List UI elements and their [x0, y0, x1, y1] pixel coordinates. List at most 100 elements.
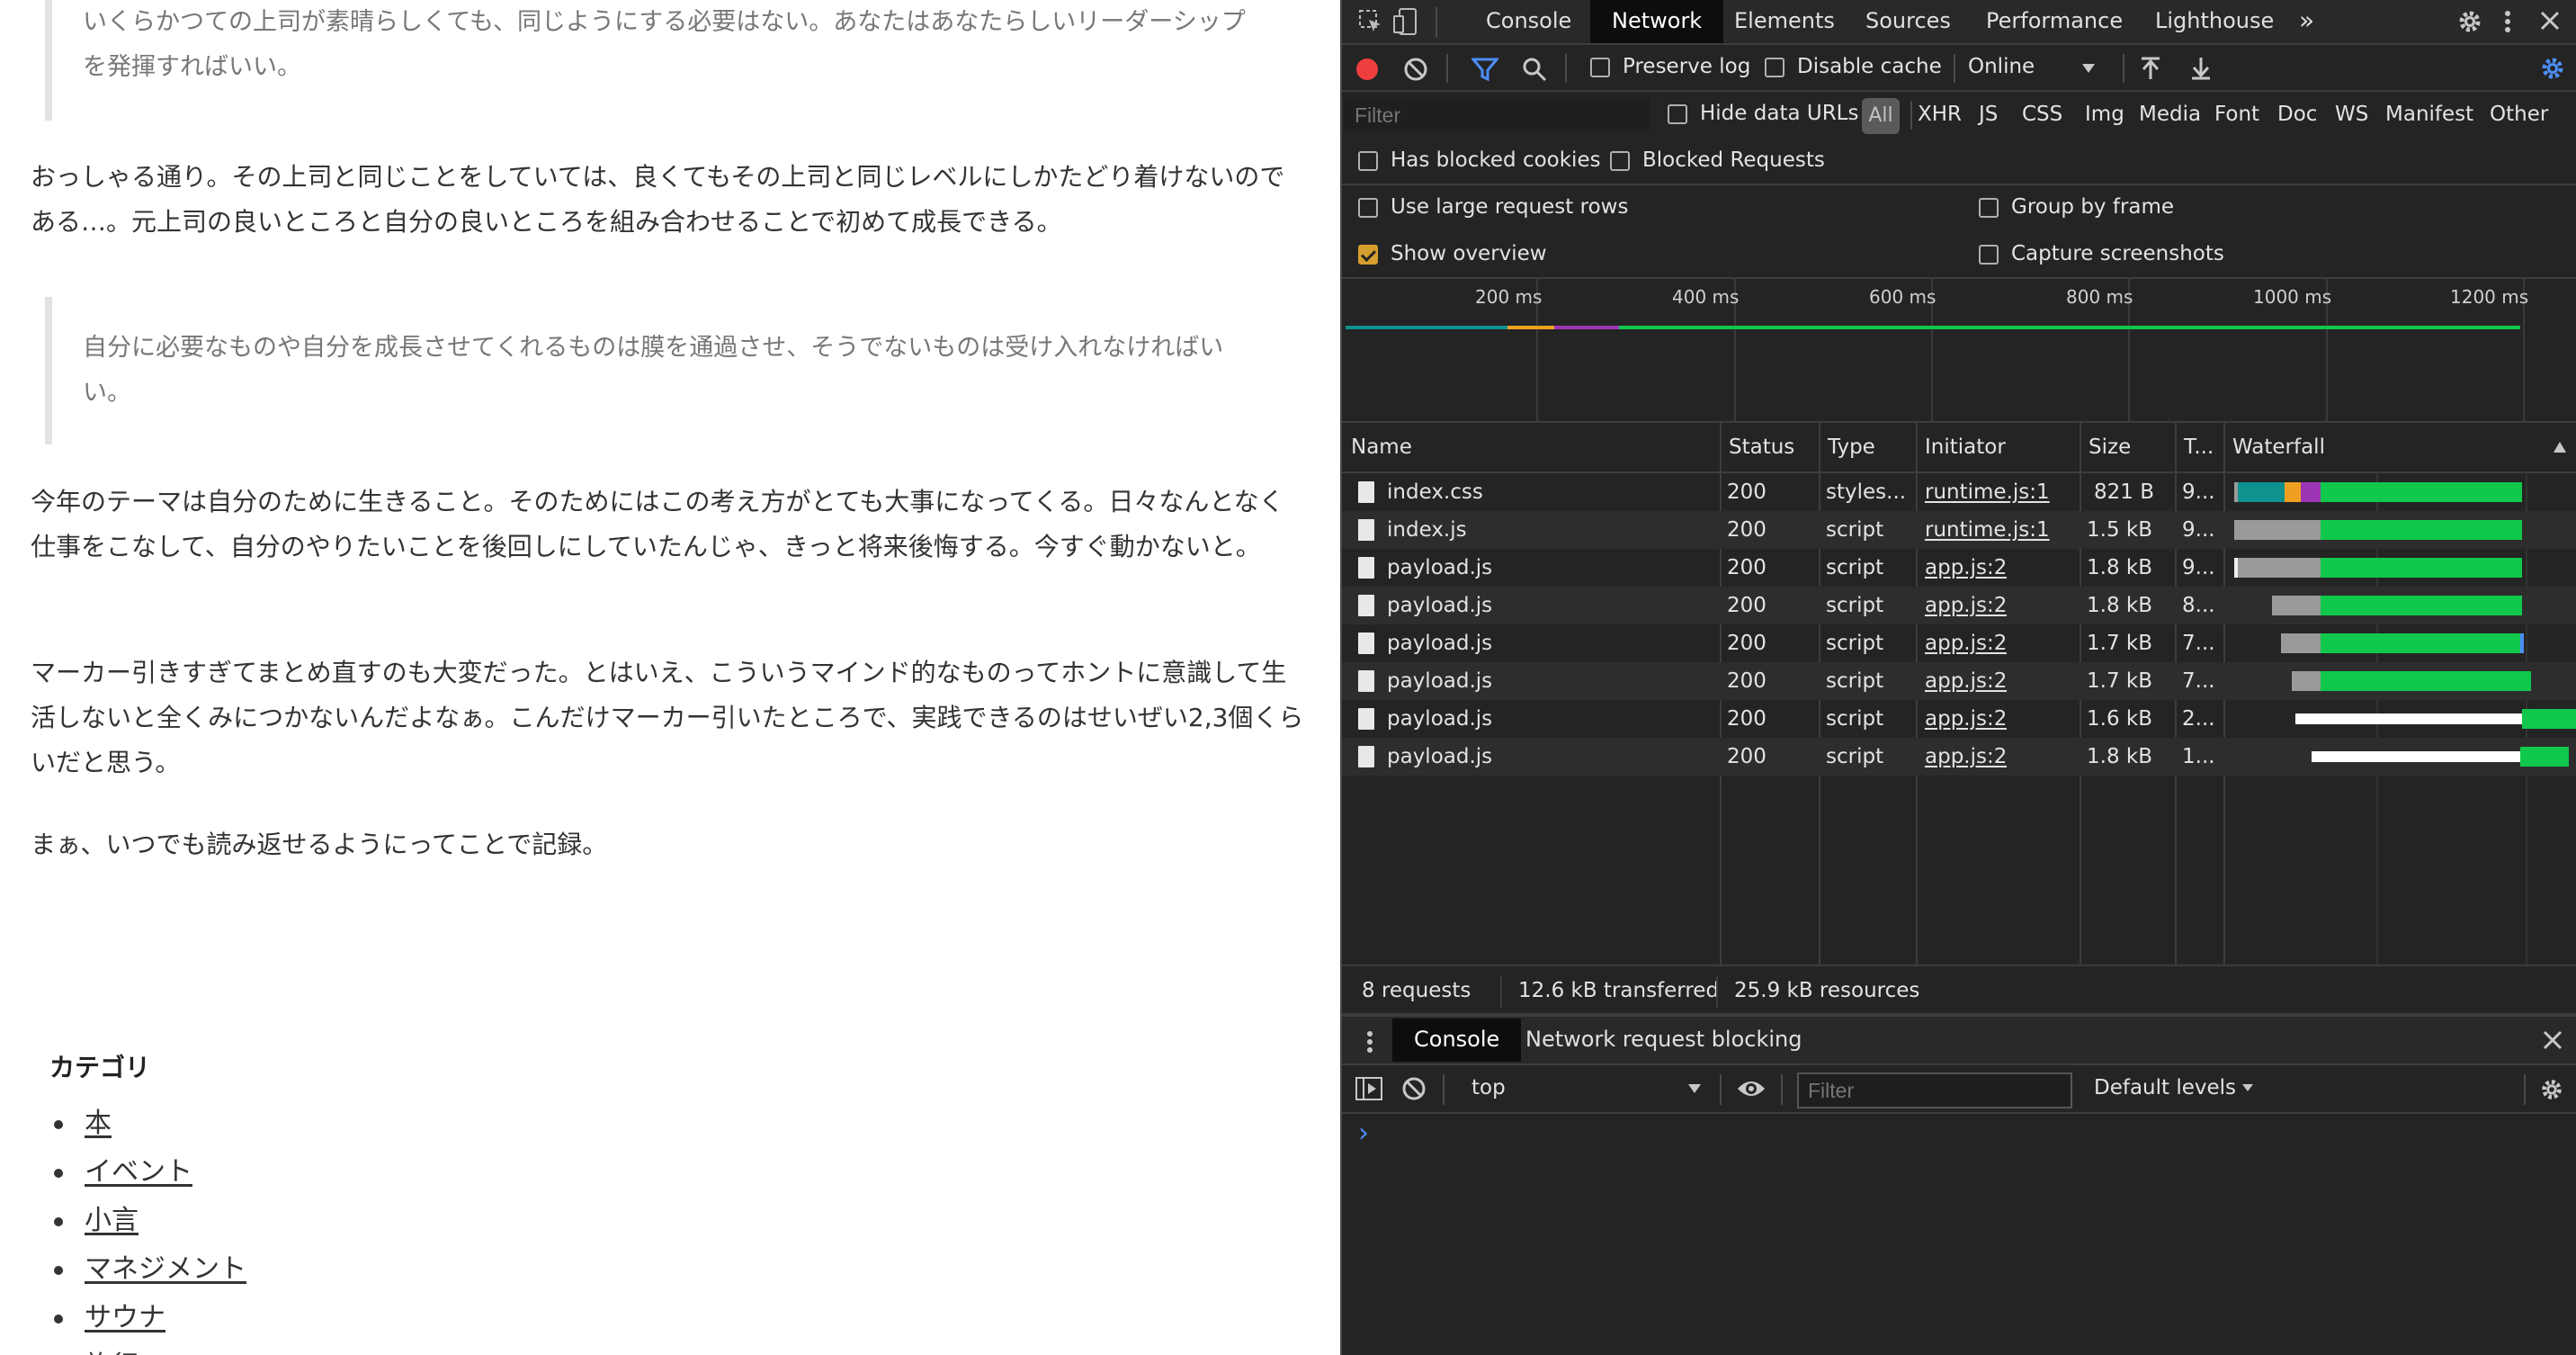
filter-type-manifest[interactable]: Manifest [2385, 103, 2473, 126]
show-overview-checkbox[interactable] [1358, 245, 1378, 265]
request-initiator[interactable]: runtime.js:1 [1925, 518, 2050, 542]
table-row[interactable]: payload.js 200 script app.js:2 1.8 kB 1.… [1342, 738, 2576, 776]
sidebar-toggle-icon[interactable] [1355, 1076, 1383, 1101]
column-header-name[interactable]: Name [1351, 435, 1412, 459]
overview-tick-label: 1000 ms [2253, 286, 2332, 308]
tab-elements[interactable]: Elements [1734, 0, 1835, 43]
filter-type-xhr[interactable]: XHR [1918, 103, 1962, 126]
filter-type-other[interactable]: Other [2490, 103, 2548, 126]
column-header-size[interactable]: Size [2089, 435, 2131, 459]
filter-type-ws[interactable]: WS [2335, 103, 2368, 126]
group-by-frame-checkbox[interactable] [1979, 198, 1999, 218]
filter-icon[interactable] [1471, 57, 1498, 82]
chevron-down-icon[interactable] [2081, 63, 2096, 74]
table-row[interactable]: payload.js 200 script app.js:2 1.8 kB 8.… [1342, 587, 2576, 624]
chevron-down-icon[interactable] [1687, 1083, 1702, 1094]
clear-icon[interactable] [1403, 57, 1428, 82]
waterfall-queue [2295, 713, 2522, 724]
waterfall-queue [2234, 520, 2321, 540]
kebab-menu-icon[interactable] [2502, 7, 2513, 36]
preserve-log-checkbox[interactable] [1590, 58, 1610, 77]
blocked-requests-checkbox[interactable] [1610, 151, 1630, 171]
divider [2524, 1074, 2526, 1105]
category-link[interactable]: 旅行 [85, 1351, 139, 1355]
table-row[interactable]: index.js 200 script runtime.js:1 1.5 kB … [1342, 511, 2576, 549]
request-status: 200 [1727, 707, 1767, 731]
tab-performance[interactable]: Performance [1986, 0, 2123, 43]
network-overview[interactable]: 200 ms 400 ms 600 ms 800 ms 1000 ms 1200… [1342, 277, 2576, 423]
context-selector[interactable]: top [1471, 1076, 1506, 1099]
request-initiator[interactable]: app.js:2 [1925, 745, 2007, 768]
console-settings-gear-icon[interactable] [2538, 1076, 2565, 1103]
more-tabs-icon[interactable]: » [2299, 0, 2314, 43]
request-type: script [1826, 707, 1884, 731]
search-icon[interactable] [1522, 57, 1547, 82]
eye-icon[interactable] [1736, 1078, 1767, 1099]
overview-tick-label: 400 ms [1672, 286, 1740, 308]
inspect-element-icon[interactable] [1358, 9, 1383, 34]
filter-type-css[interactable]: CSS [2022, 103, 2062, 126]
tab-lighthouse[interactable]: Lighthouse [2155, 0, 2274, 43]
column-header-status[interactable]: Status [1729, 435, 1794, 459]
log-levels-select[interactable]: Default levels [2094, 1076, 2236, 1099]
table-row[interactable]: payload.js 200 script app.js:2 1.7 kB 7.… [1342, 624, 2576, 662]
close-icon[interactable] [2538, 9, 2562, 32]
import-har-icon[interactable] [2139, 56, 2162, 81]
table-row[interactable]: index.css 200 styles... runtime.js:1 821… [1342, 473, 2576, 511]
clear-console-icon[interactable] [1401, 1076, 1427, 1101]
column-header-waterfall[interactable]: Waterfall [2232, 435, 2325, 459]
network-settings-gear-icon[interactable] [2538, 54, 2567, 83]
category-link[interactable]: 小言 [85, 1205, 139, 1236]
filter-type-doc[interactable]: Doc [2277, 103, 2317, 126]
request-initiator[interactable]: runtime.js:1 [1925, 480, 2050, 504]
tab-console[interactable]: Console [1486, 0, 1571, 43]
close-drawer-icon[interactable] [2542, 1029, 2563, 1051]
large-rows-checkbox[interactable] [1358, 198, 1378, 218]
filter-type-all[interactable]: All [1862, 98, 1900, 134]
devtools-tab-bar: Console Network Elements Sources Perform… [1342, 0, 2576, 45]
divider [1781, 1074, 1783, 1105]
category-link[interactable]: マネジメント [85, 1253, 246, 1285]
category-link[interactable]: イベント [85, 1156, 192, 1188]
hide-data-urls-checkbox[interactable] [1668, 104, 1687, 124]
request-time: 8... [2182, 594, 2215, 617]
column-header-type[interactable]: Type [1828, 435, 1875, 459]
console-output[interactable]: › [1342, 1114, 2576, 1355]
request-initiator[interactable]: app.js:2 [1925, 594, 2007, 617]
column-header-initiator[interactable]: Initiator [1925, 435, 2006, 459]
table-row[interactable]: payload.js 200 script app.js:2 1.8 kB 9.… [1342, 549, 2576, 587]
tab-sources[interactable]: Sources [1865, 0, 1951, 43]
filter-type-media[interactable]: Media [2139, 103, 2201, 126]
category-link[interactable]: 本 [85, 1108, 112, 1139]
chevron-down-icon[interactable] [2241, 1083, 2254, 1092]
request-initiator[interactable]: app.js:2 [1925, 669, 2007, 693]
request-initiator[interactable]: app.js:2 [1925, 632, 2007, 655]
throttling-select[interactable]: Online [1968, 55, 2035, 78]
column-header-time[interactable]: T... [2184, 435, 2214, 459]
divider [1716, 975, 1718, 1008]
export-har-icon[interactable] [2189, 56, 2213, 81]
request-initiator[interactable]: app.js:2 [1925, 707, 2007, 731]
divider [1720, 1074, 1722, 1105]
table-row[interactable]: payload.js 200 script app.js:2 1.7 kB 7.… [1342, 662, 2576, 700]
capture-screenshots-checkbox[interactable] [1979, 245, 1999, 265]
console-filter-input[interactable] [1797, 1072, 2072, 1108]
filter-input[interactable] [1344, 99, 1650, 131]
disable-cache-checkbox[interactable] [1765, 58, 1784, 77]
request-initiator[interactable]: app.js:2 [1925, 556, 2007, 579]
drawer-tab-network-request-blocking[interactable]: Network request blocking [1525, 1018, 1802, 1062]
table-row[interactable]: payload.js 200 script app.js:2 1.6 kB 2.… [1342, 700, 2576, 738]
filter-type-img[interactable]: Img [2085, 103, 2124, 126]
tab-network[interactable]: Network [1590, 0, 1724, 43]
settings-gear-icon[interactable] [2455, 7, 2484, 36]
category-link[interactable]: サウナ [85, 1302, 165, 1333]
drawer-menu-icon[interactable] [1365, 1027, 1374, 1056]
overview-tick-label: 600 ms [1869, 286, 1936, 308]
device-toolbar-icon[interactable] [1392, 7, 1419, 36]
drawer-tab-console[interactable]: Console [1392, 1018, 1522, 1062]
has-blocked-cookies-checkbox[interactable] [1358, 151, 1378, 171]
filter-type-font[interactable]: Font [2214, 103, 2259, 126]
sort-ascending-icon[interactable] [2553, 441, 2567, 453]
filter-type-js[interactable]: JS [1979, 103, 1998, 126]
record-icon[interactable] [1355, 57, 1380, 82]
